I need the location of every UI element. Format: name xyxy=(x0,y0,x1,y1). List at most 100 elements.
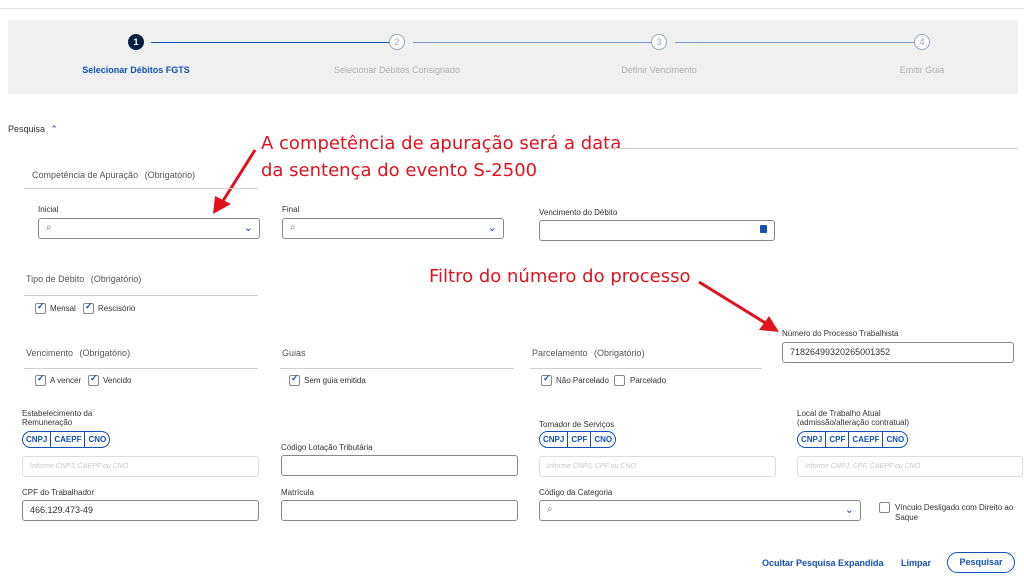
guias-divider xyxy=(280,368,514,369)
parcelamento-title: Parcelamento (Obrigatório) xyxy=(532,348,645,358)
vencimento-divider xyxy=(24,368,258,369)
processo-label: Número do Processo Trabalhista xyxy=(782,329,899,338)
chevron-down-icon: ⌄ xyxy=(243,222,253,234)
type-cno[interactable]: CNO xyxy=(883,432,907,447)
search-icon: ⌕ xyxy=(547,504,553,515)
annotation-competencia-line1: A competência de apuração será a data xyxy=(261,133,622,154)
type-cnpj[interactable]: CNPJ xyxy=(540,432,569,447)
parcelamento-divider xyxy=(530,368,762,369)
type-cno[interactable]: CNO xyxy=(591,432,615,447)
parcelado-checkbox[interactable] xyxy=(614,375,625,386)
search-icon: ⌕ xyxy=(46,222,52,233)
step-connector-3 xyxy=(675,42,921,43)
top-divider xyxy=(0,0,1024,9)
vencido-label: Vencido xyxy=(103,376,132,385)
stepper: 1 2 3 4 Selecionar Débitos FGTS Selecion… xyxy=(8,20,1018,94)
vencimento-title: Vencimento (Obrigatório) xyxy=(26,348,130,358)
inicial-select[interactable]: ⌕ ⌄ xyxy=(38,218,260,239)
calendar-icon[interactable] xyxy=(760,225,767,233)
chevron-down-icon: ⌄ xyxy=(844,504,854,516)
search-button[interactable]: Pesquisar xyxy=(947,552,1015,573)
step-4-circle[interactable]: 4 xyxy=(914,34,930,50)
type-cnpj[interactable]: CNPJ xyxy=(23,432,52,447)
sem-guia-checkbox[interactable] xyxy=(289,373,300,386)
type-caepf[interactable]: CAEPF xyxy=(849,432,884,447)
nao-parcelado-label: Não Parcelado xyxy=(556,376,609,385)
chevron-down-icon: ⌄ xyxy=(487,222,497,234)
categoria-label: Código da Categoria xyxy=(539,488,613,497)
local-trabalho-input[interactable]: Informe CNPJ, CPF, CAEPF ou CNO xyxy=(797,456,1023,477)
type-cpf[interactable]: CPF xyxy=(826,432,850,447)
clear-button[interactable]: Limpar xyxy=(901,558,931,568)
step-4-label[interactable]: Emitir Guia xyxy=(900,65,945,75)
competencia-title: Competência de Apuração (Obrigatório) xyxy=(32,170,195,180)
step-2-label[interactable]: Selecionar Débitos Consignado xyxy=(334,65,460,75)
annotation-processo: Filtro do número do processo xyxy=(429,266,691,287)
tipo-debito-title-text: Tipo de Débito xyxy=(26,274,85,284)
processo-input[interactable]: 71826499320265001352 xyxy=(782,342,1014,363)
rescisorio-checkbox[interactable] xyxy=(83,301,94,314)
step-2-circle[interactable]: 2 xyxy=(389,34,405,50)
lotacao-label: Código Lotação Tributária xyxy=(281,443,373,452)
vencimento-title-text: Vencimento xyxy=(26,348,74,358)
lotacao-input[interactable] xyxy=(281,455,518,476)
page: 1 2 3 4 Selecionar Débitos FGTS Selecion… xyxy=(0,0,1024,580)
section-divider-top xyxy=(608,148,1018,149)
type-cno[interactable]: CNO xyxy=(85,432,109,447)
vencimento-debito-input[interactable] xyxy=(539,220,775,241)
local-trabalho-label-2: (admissão/alteração contratual) xyxy=(797,418,910,427)
step-1-label[interactable]: Selecionar Débitos FGTS xyxy=(82,65,190,75)
type-cpf[interactable]: CPF xyxy=(568,432,592,447)
tipo-debito-required: (Obrigatório) xyxy=(90,274,142,284)
categoria-select[interactable]: ⌕ ⌄ xyxy=(539,500,861,521)
step-connector-2 xyxy=(413,42,659,43)
estabelecimento-label-2: Remuneração xyxy=(22,418,73,427)
mensal-label: Mensal xyxy=(50,304,76,313)
mensal-checkbox[interactable] xyxy=(35,301,46,314)
sem-guia-label: Sem guia emitida xyxy=(304,376,366,385)
search-icon: ⌕ xyxy=(290,222,296,233)
local-trabalho-type-toggle[interactable]: CNPJ CPF CAEPF CNO xyxy=(797,431,909,448)
step-connector-1 xyxy=(151,42,397,43)
tomador-input[interactable]: Informe CNPJ, CPF ou CNO xyxy=(539,456,776,477)
vencido-checkbox[interactable] xyxy=(88,373,99,386)
final-label: Final xyxy=(282,205,300,214)
inicial-label: Inicial xyxy=(38,205,59,214)
pesquisa-label: Pesquisa xyxy=(8,124,46,134)
cpf-label: CPF do Trabalhador xyxy=(22,488,95,497)
vinculo-checkbox[interactable] xyxy=(879,502,890,513)
vencimento-required: (Obrigatório) xyxy=(79,348,131,358)
estabelecimento-type-toggle[interactable]: CNPJ CAEPF CNO xyxy=(22,431,111,448)
nao-parcelado-checkbox[interactable] xyxy=(541,373,552,386)
hide-expanded-search-button[interactable]: Ocultar Pesquisa Expandida xyxy=(762,558,884,568)
tomador-type-toggle[interactable]: CNPJ CPF CNO xyxy=(539,431,617,448)
competencia-required: (Obrigatório) xyxy=(144,170,196,180)
tipo-debito-title: Tipo de Débito (Obrigatório) xyxy=(26,274,141,284)
step-3-label[interactable]: Definir Vencimento xyxy=(621,65,697,75)
annotation-arrow-1 xyxy=(213,149,257,214)
competencia-title-text: Competência de Apuração xyxy=(32,170,139,180)
estabelecimento-label-1: Estabelecimento da xyxy=(22,409,93,418)
competencia-divider xyxy=(24,188,258,189)
vencimento-debito-label: Vencimento do Débito xyxy=(539,208,618,217)
parcelado-label: Parcelado xyxy=(630,376,667,385)
type-cnpj[interactable]: CNPJ xyxy=(798,432,827,447)
vinculo-label-2: Saque xyxy=(895,513,919,522)
estabelecimento-input[interactable]: Informe CNPJ, CAEPF ou CNO xyxy=(22,456,259,477)
pesquisa-toggle[interactable]: Pesquisa ⌃ xyxy=(8,124,58,135)
guias-title: Guias xyxy=(282,348,306,358)
type-caepf[interactable]: CAEPF xyxy=(51,432,86,447)
a-vencer-checkbox[interactable] xyxy=(35,373,46,386)
vinculo-label-1: Vínculo Desligado com Direito ao xyxy=(895,503,1014,512)
final-select[interactable]: ⌕ ⌄ xyxy=(282,218,504,239)
step-3-circle[interactable]: 3 xyxy=(651,34,667,50)
parcelamento-title-text: Parcelamento xyxy=(532,348,588,358)
matricula-label: Matrícula xyxy=(281,488,314,497)
matricula-input[interactable] xyxy=(281,500,518,521)
cpf-input[interactable]: 466.129.473-49 xyxy=(22,500,259,521)
tomador-label: Tomador de Serviços xyxy=(539,420,615,429)
tipo-debito-divider xyxy=(24,295,258,296)
rescisorio-label: Rescisório xyxy=(98,304,136,313)
step-1-circle[interactable]: 1 xyxy=(128,34,144,50)
annotation-competencia-line2: da sentença do evento S-2500 xyxy=(261,160,538,181)
